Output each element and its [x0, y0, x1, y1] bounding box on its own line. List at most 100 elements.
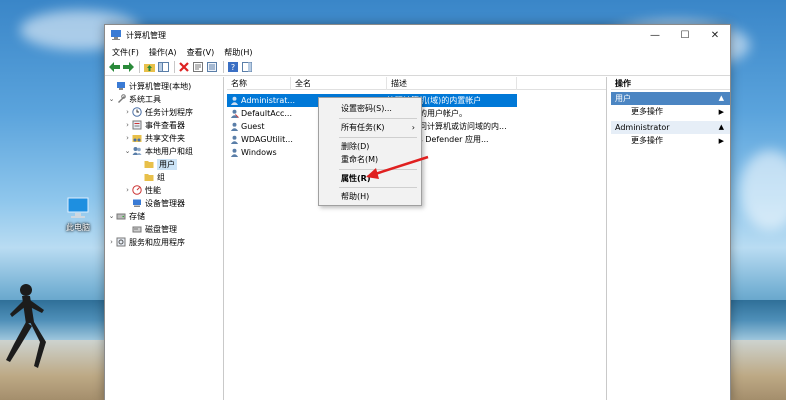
- tree-expander[interactable]: ⌄: [107, 95, 116, 103]
- tree-item-storage[interactable]: ⌄ 存储: [107, 210, 145, 222]
- properties-toolbar-button[interactable]: [192, 61, 204, 73]
- runner-silhouette: [6, 284, 46, 368]
- menu-item-help[interactable]: 帮助(H): [319, 190, 421, 203]
- action-pane-toggle-button[interactable]: [241, 61, 253, 73]
- column-header-full-name[interactable]: 全名: [291, 77, 387, 90]
- tree-item-system-tools[interactable]: ⌄ 系统工具: [107, 93, 161, 105]
- tree-expander[interactable]: ›: [123, 108, 132, 116]
- menu-separator: [339, 187, 417, 188]
- export-list-button[interactable]: [206, 61, 218, 73]
- menu-item-label: 删除(D): [341, 142, 370, 151]
- folder-icon: [144, 174, 154, 181]
- delete-toolbar-button[interactable]: [178, 61, 190, 73]
- tree-item-local-users-groups[interactable]: ⌄ 本地用户和组: [123, 145, 193, 157]
- cloud: [740, 150, 786, 230]
- actions-section-label: 用户: [615, 94, 631, 103]
- computer-management-icon: [117, 82, 125, 90]
- tree-item-label: 性能: [145, 185, 161, 195]
- tree-item-label: 用户: [157, 158, 177, 170]
- this-pc-desktop-icon[interactable]: 此电脑: [58, 196, 98, 233]
- disk-icon: [132, 226, 142, 233]
- toolbar-separator: [139, 61, 140, 73]
- menu-item-rename[interactable]: 重命名(M): [319, 153, 421, 166]
- performance-icon: [132, 185, 142, 195]
- up-level-button[interactable]: [143, 61, 155, 73]
- menu-item-label: 重命名(M): [341, 155, 379, 164]
- minimize-button[interactable]: —: [640, 25, 670, 45]
- tree-item-services-applications[interactable]: › 服务和应用程序: [107, 236, 185, 248]
- column-header-name[interactable]: 名称: [227, 77, 291, 90]
- tree-item-groups[interactable]: 组: [135, 171, 165, 183]
- list-header: 名称 全名 描述: [227, 77, 606, 90]
- chevron-right-icon: ▶: [718, 137, 724, 145]
- menu-item-all-tasks[interactable]: 所有任务(K) ›: [319, 121, 421, 134]
- back-button[interactable]: [108, 61, 120, 73]
- tree-item-event-viewer[interactable]: › 事件查看器: [123, 119, 185, 131]
- more-actions-administrator[interactable]: 更多操作 ▶: [611, 134, 730, 148]
- tree-expander[interactable]: ›: [123, 186, 132, 194]
- tree-item-users[interactable]: 用户: [135, 158, 177, 170]
- action-pane-icon: [242, 62, 252, 72]
- forward-arrow-icon: [122, 62, 134, 72]
- tree-expander[interactable]: ⌄: [123, 147, 132, 155]
- menu-item-label: 所有任务(K): [341, 123, 385, 132]
- tree-item-computer-management[interactable]: 计算机管理(本地): [107, 80, 191, 92]
- menu-item-set-password[interactable]: 设置密码(S)...: [319, 102, 421, 115]
- clock-icon: [132, 107, 142, 117]
- services-icon: [116, 237, 126, 247]
- console-tree: 计算机管理(本地) ⌄ 系统工具 › 任务计划程序 › 事件查看器 › 共享文件…: [105, 77, 224, 400]
- close-button[interactable]: ✕: [700, 25, 730, 45]
- tree-item-label: 设备管理器: [145, 198, 185, 208]
- tree-item-task-scheduler[interactable]: › 任务计划程序: [123, 106, 193, 118]
- title-bar[interactable]: 计算机管理 — ☐ ✕: [105, 25, 730, 45]
- user-icon: [230, 109, 239, 118]
- actions-section-label: Administrator: [615, 123, 670, 132]
- tree-expander[interactable]: ⌄: [107, 212, 116, 220]
- folder-up-icon: [143, 64, 155, 72]
- user-name-cell: Guest: [241, 122, 265, 131]
- tree-expander[interactable]: ›: [107, 238, 116, 246]
- delete-x-icon: [179, 62, 189, 72]
- help-toolbar-button[interactable]: ?: [227, 61, 239, 73]
- user-icon: [230, 148, 239, 157]
- maximize-button[interactable]: ☐: [670, 25, 700, 45]
- user-name-cell: DefaultAcc...: [241, 109, 292, 118]
- tree-item-disk-management[interactable]: 磁盘管理: [123, 223, 177, 235]
- tree-expander[interactable]: ›: [123, 134, 132, 142]
- menu-item-properties[interactable]: 属性(R): [319, 172, 421, 185]
- tree-item-label: 事件查看器: [145, 120, 185, 130]
- tree-item-label: 磁盘管理: [145, 224, 177, 234]
- forward-button[interactable]: [122, 61, 134, 73]
- collapse-up-icon[interactable]: ▲: [719, 92, 724, 105]
- actions-section-administrator[interactable]: Administrator ▲: [611, 121, 730, 134]
- show-hide-tree-button[interactable]: [157, 61, 169, 73]
- menu-item-delete[interactable]: 删除(D): [319, 140, 421, 153]
- desktop-icon-label: 此电脑: [66, 223, 90, 232]
- tree-item-label: 计算机管理(本地): [129, 81, 192, 91]
- export-list-icon: [207, 62, 217, 72]
- event-viewer-icon: [132, 120, 142, 130]
- tree-item-device-manager[interactable]: 设备管理器: [123, 197, 185, 209]
- console-tree-icon: [157, 62, 169, 72]
- menu-file[interactable]: 文件(F): [107, 47, 144, 58]
- tree-expander[interactable]: ›: [123, 121, 132, 129]
- storage-icon: [116, 213, 126, 220]
- system-tools-icon: [118, 94, 126, 103]
- context-menu: 设置密码(S)... 所有任务(K) › 删除(D) 重命名(M) 属性(R) 帮…: [318, 97, 422, 206]
- user-name-cell: Administrat...: [241, 96, 295, 105]
- user-icon: [230, 96, 239, 105]
- collapse-up-icon[interactable]: ▲: [719, 121, 724, 134]
- tree-item-shared-folders[interactable]: › 共享文件夹: [123, 132, 185, 144]
- tree-item-performance[interactable]: › 性能: [123, 184, 161, 196]
- menu-action[interactable]: 操作(A): [144, 47, 182, 58]
- more-actions-users[interactable]: 更多操作 ▶: [611, 105, 730, 119]
- computer-management-window: 计算机管理 — ☐ ✕ 文件(F) 操作(A) 查看(V) 帮助(H) ? 计算…: [104, 24, 731, 400]
- menu-help[interactable]: 帮助(H): [219, 47, 257, 58]
- menu-item-label: 帮助(H): [341, 192, 370, 201]
- column-header-description[interactable]: 描述: [387, 77, 517, 90]
- tree-item-label: 存储: [129, 211, 145, 221]
- chevron-right-icon: ▶: [718, 108, 724, 116]
- actions-section-users[interactable]: 用户 ▲: [611, 92, 730, 105]
- menu-view[interactable]: 查看(V): [182, 47, 220, 58]
- tree-item-label: 任务计划程序: [145, 107, 193, 117]
